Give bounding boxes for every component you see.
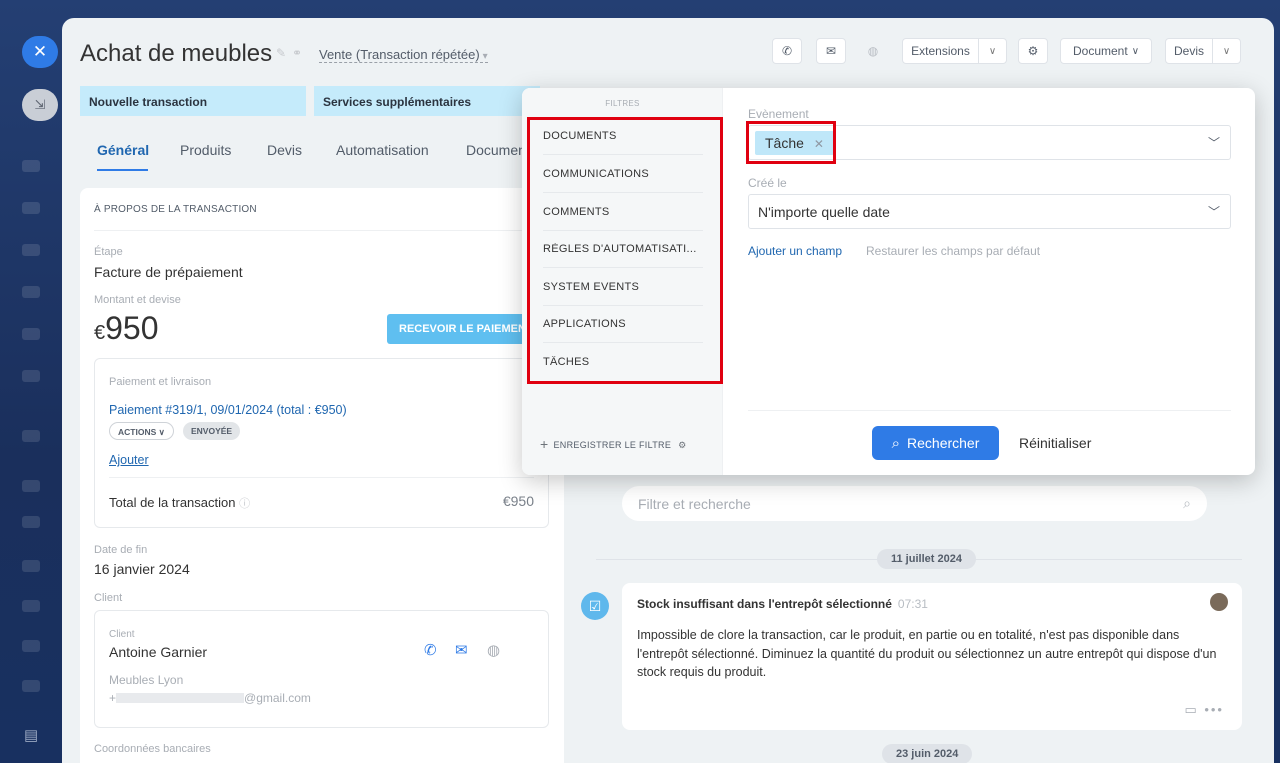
- rail-icon[interactable]: [22, 160, 40, 172]
- stage-services[interactable]: Services supplémentaires: [314, 86, 540, 116]
- close-icon[interactable]: ✕: [22, 36, 58, 68]
- add-payment-link[interactable]: Ajouter: [109, 453, 149, 467]
- rail-icon[interactable]: [22, 640, 40, 652]
- client-contact: + @gmail.com: [109, 691, 311, 705]
- rail-icon[interactable]: [22, 202, 40, 214]
- rail-icon[interactable]: [22, 370, 40, 382]
- print-icon[interactable]: ▤: [24, 726, 38, 744]
- tab-automation[interactable]: Automatisation: [336, 142, 429, 158]
- event-text: Impossible de clore la transaction, car …: [637, 628, 1217, 679]
- highlight-box: [527, 117, 723, 384]
- bank-label: Coordonnées bancaires: [94, 743, 211, 755]
- avatar: [1210, 593, 1228, 611]
- tab-general[interactable]: Général: [97, 142, 149, 158]
- amount-value: €950: [94, 310, 159, 346]
- end-date-value: 16 janvier 2024: [94, 561, 190, 577]
- highlight-box: [746, 121, 836, 164]
- search-icon: ⌕: [891, 434, 901, 452]
- rail-icon[interactable]: [22, 680, 40, 692]
- stage-label: Étape: [94, 246, 123, 258]
- reset-button[interactable]: Réinitialiser: [1019, 435, 1091, 451]
- rail-icon[interactable]: [22, 244, 40, 256]
- add-field-link[interactable]: Ajouter un champ: [748, 244, 842, 258]
- client-block: Client Antoine Garnier ✆ ✉ ◍ Meubles Lyo…: [94, 610, 549, 728]
- left-rail: ✕ ⇲ ▤: [0, 0, 62, 763]
- timeline-search-input[interactable]: Filtre et recherche ⌕: [622, 486, 1207, 521]
- page-title: Achat de meubles: [80, 40, 273, 67]
- chat-icon[interactable]: ◍: [858, 38, 888, 64]
- divider: [109, 477, 534, 478]
- rail-icon[interactable]: [22, 560, 40, 572]
- client-label: Client: [109, 629, 135, 640]
- event-actions-icon[interactable]: ▭ •••: [1184, 702, 1224, 718]
- company-name: Meubles Lyon: [109, 673, 184, 687]
- restore-fields-link[interactable]: Restaurer les champs par défaut: [866, 244, 1040, 258]
- rail-icon[interactable]: [22, 328, 40, 340]
- total-label: Total de la transaction ⓘ: [109, 495, 251, 510]
- filter-list: FILTRES DOCUMENTS COMMUNICATIONS COMMENT…: [522, 88, 723, 475]
- filter-popup: FILTRES DOCUMENTS COMMUNICATIONS COMMENT…: [522, 88, 1255, 475]
- chat-icon[interactable]: ◍: [487, 641, 500, 659]
- divider: [748, 410, 1231, 411]
- save-filter-button[interactable]: + ENREGISTRER LE FILTRE ⚙: [540, 436, 687, 452]
- total-value: €950: [502, 493, 534, 509]
- payment-link[interactable]: Paiement #319/1, 09/01/2024 (total : €95…: [109, 403, 347, 417]
- search-icon: ⌕: [1183, 495, 1191, 511]
- gear-icon: ⚙: [678, 440, 687, 450]
- client-name[interactable]: Antoine Garnier: [109, 644, 207, 660]
- tab-products[interactable]: Produits: [180, 142, 231, 158]
- created-field-label: Créé le: [748, 176, 787, 190]
- filters-title: FILTRES: [605, 99, 640, 108]
- phone-icon[interactable]: ✆: [424, 641, 437, 659]
- created-date-select[interactable]: N'importe quelle date ﹀: [748, 194, 1231, 229]
- payment-section-label: Paiement et livraison: [109, 376, 212, 388]
- phone-icon[interactable]: ✆: [772, 38, 802, 64]
- client-section-label: Client: [94, 592, 123, 604]
- devis-button[interactable]: Devis ∨: [1165, 38, 1241, 64]
- date-pill: 11 juillet 2024: [877, 549, 976, 569]
- document-button[interactable]: Document ∨: [1060, 38, 1152, 64]
- pipeline-selector[interactable]: Vente (Transaction répétée) ▾: [319, 47, 488, 63]
- edit-link-icons[interactable]: ✎⚭: [276, 46, 308, 60]
- payment-delivery-block: Paiement et livraison Paiement #319/1, 0…: [94, 358, 549, 528]
- end-date-label: Date de fin: [94, 544, 148, 556]
- extensions-button[interactable]: Extensions ∨: [902, 38, 1007, 64]
- plus-icon: +: [540, 436, 549, 452]
- settings-icon[interactable]: ⚙: [1018, 38, 1048, 64]
- actions-pill[interactable]: ACTIONS ∨: [109, 422, 174, 440]
- mail-icon[interactable]: ✉: [455, 641, 468, 659]
- rail-icon[interactable]: [22, 480, 40, 492]
- timeline-event: Stock insuffisant dans l'entrepôt sélect…: [622, 583, 1242, 730]
- rail-icon[interactable]: [22, 430, 40, 442]
- rail-icon[interactable]: [22, 286, 40, 298]
- mail-icon[interactable]: ✉: [816, 38, 846, 64]
- status-badge: ENVOYÉE: [183, 422, 241, 440]
- stage-value: Facture de prépaiement: [94, 264, 243, 280]
- divider: [94, 230, 550, 231]
- stage-new[interactable]: Nouvelle transaction: [80, 86, 306, 116]
- section-title: À PROPOS DE LA TRANSACTION: [94, 204, 257, 215]
- active-tab-indicator: [97, 169, 148, 171]
- collapse-icon[interactable]: ⇲: [22, 89, 58, 121]
- search-button[interactable]: ⌕ Rechercher: [872, 426, 999, 460]
- event-title: Stock insuffisant dans l'entrepôt sélect…: [637, 597, 928, 611]
- chevron-down-icon[interactable]: ﹀: [1208, 134, 1220, 151]
- chevron-down-icon[interactable]: ﹀: [1208, 203, 1220, 220]
- amount-label: Montant et devise: [94, 294, 181, 306]
- tab-quotes[interactable]: Devis: [267, 142, 302, 158]
- deal-info-card: À PROPOS DE LA TRANSACTION é Étape Factu…: [80, 188, 565, 763]
- rail-icon[interactable]: [22, 516, 40, 528]
- date-pill: 23 juin 2024: [882, 744, 973, 763]
- event-field-label: Evènement: [748, 107, 809, 121]
- task-check-icon: ☑: [581, 592, 609, 620]
- rail-icon[interactable]: [22, 600, 40, 612]
- help-icon: ⓘ: [239, 498, 251, 510]
